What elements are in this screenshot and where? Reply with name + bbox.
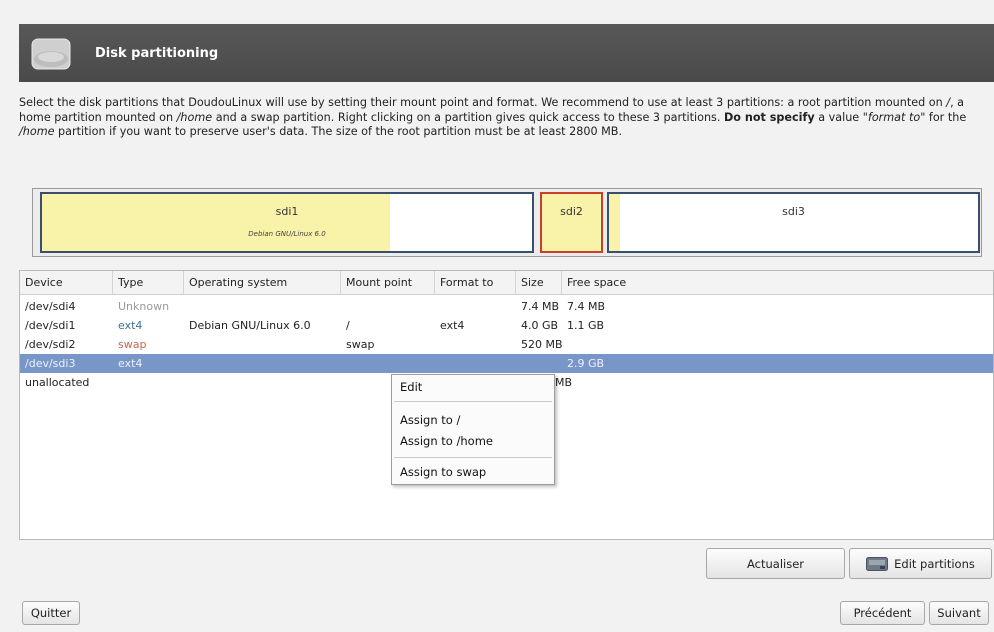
cell-os <box>184 335 189 354</box>
cell-free: 7.4 MB <box>567 300 606 313</box>
table-row-selected[interactable]: /dev/sdi3 ext4 2.9 GB <box>20 354 993 373</box>
edit-partitions-label: Edit partitions <box>894 556 975 571</box>
instructions-text: Select the disk partitions that DoudouLi… <box>19 96 967 138</box>
cell-size: 4.0 GB <box>521 319 559 332</box>
menu-separator <box>394 457 552 458</box>
partition-name: sdi3 <box>782 205 805 218</box>
cell-mount <box>341 297 346 316</box>
cell-os <box>184 354 189 373</box>
page-header: Disk partitioning <box>19 24 994 82</box>
menu-item-assign-home[interactable]: Assign to /home <box>392 431 554 451</box>
table-header: Device Type Operating system Mount point… <box>20 271 993 295</box>
cell-device: /dev/sdi1 <box>25 319 76 332</box>
table-row[interactable]: /dev/sdi4 Unknown 7.4 MB 7.4 MB <box>20 297 993 316</box>
table-row[interactable]: /dev/sdi1 ext4 Debian GNU/Linux 6.0 / ex… <box>20 316 993 335</box>
cell-free <box>562 373 567 392</box>
cell-device: /dev/sdi2 <box>25 338 76 351</box>
next-button-label: Suivant <box>937 606 981 620</box>
column-header-mount[interactable]: Mount point <box>341 271 435 295</box>
cell-free: 1.1 GB <box>567 319 605 332</box>
used-space-fill <box>42 194 390 251</box>
cell-size: 7.4 MB <box>521 300 560 313</box>
previous-button-label: Précédent <box>853 606 912 620</box>
cell-mount: swap <box>346 338 375 351</box>
menu-separator <box>394 401 552 402</box>
cell-device: /dev/sdi4 <box>25 300 76 313</box>
partition-os: Debian GNU/Linux 6.0 <box>248 230 326 238</box>
cell-size: 520 MB <box>521 338 563 351</box>
table-row[interactable]: /dev/sdi2 swap swap 520 MB <box>20 335 993 354</box>
cell-type: Unknown <box>118 300 170 313</box>
refresh-button-label: Actualiser <box>746 556 805 571</box>
partition-segment-sdi3[interactable]: sdi3 <box>607 192 980 253</box>
partition-name: sdi2 <box>560 205 583 218</box>
cell-format <box>435 297 440 316</box>
cell-type: swap <box>118 338 147 351</box>
cell-device: /dev/sdi3 <box>25 357 76 370</box>
cell-format <box>435 354 440 373</box>
quit-button[interactable]: Quitter <box>22 601 80 625</box>
column-header-type[interactable]: Type <box>113 271 184 295</box>
partition-editor-icon <box>866 556 889 571</box>
cell-os: Debian GNU/Linux 6.0 <box>189 319 311 332</box>
partition-name: sdi1 <box>275 205 299 218</box>
page-title: Disk partitioning <box>95 45 219 61</box>
cell-mount <box>341 373 346 392</box>
column-header-size[interactable]: Size <box>516 271 562 295</box>
partition-bar: sdi1 Debian GNU/Linux 6.0 sdi2 sdi3 <box>32 188 982 257</box>
next-button[interactable]: Suivant <box>929 601 989 625</box>
cell-format: ext4 <box>440 319 465 332</box>
edit-partitions-button[interactable]: Edit partitions <box>849 548 992 579</box>
column-header-os[interactable]: Operating system <box>184 271 341 295</box>
used-space-fill <box>609 194 621 251</box>
partition-segment-sdi1[interactable]: sdi1 Debian GNU/Linux 6.0 <box>40 192 534 253</box>
hard-disk-icon <box>29 31 73 75</box>
cell-format <box>435 335 440 354</box>
column-header-free[interactable]: Free space <box>562 271 993 295</box>
menu-item-edit[interactable]: Edit <box>392 377 554 397</box>
previous-button[interactable]: Précédent <box>840 601 925 625</box>
cell-free: 2.9 GB <box>567 357 605 370</box>
menu-item-assign-root[interactable]: Assign to / <box>392 410 554 430</box>
used-space-fill <box>542 194 601 251</box>
cell-size <box>516 354 521 373</box>
column-header-device[interactable]: Device <box>20 271 113 295</box>
cell-os <box>184 373 189 392</box>
cell-type: ext4 <box>118 319 143 332</box>
cell-os <box>184 297 189 316</box>
column-header-format[interactable]: Format to <box>435 271 516 295</box>
refresh-button[interactable]: Actualiser <box>706 548 845 579</box>
menu-item-assign-swap[interactable]: Assign to swap <box>392 462 554 482</box>
cell-device: unallocated <box>25 376 90 389</box>
cell-mount <box>341 354 346 373</box>
quit-button-label: Quitter <box>30 606 72 620</box>
cell-type: ext4 <box>118 357 143 370</box>
context-menu: Edit Assign to / Assign to /home Assign … <box>391 374 555 485</box>
cell-mount: / <box>346 319 350 332</box>
cell-type <box>113 373 118 392</box>
cell-free <box>562 335 567 354</box>
partition-segment-sdi2[interactable]: sdi2 <box>540 192 603 253</box>
